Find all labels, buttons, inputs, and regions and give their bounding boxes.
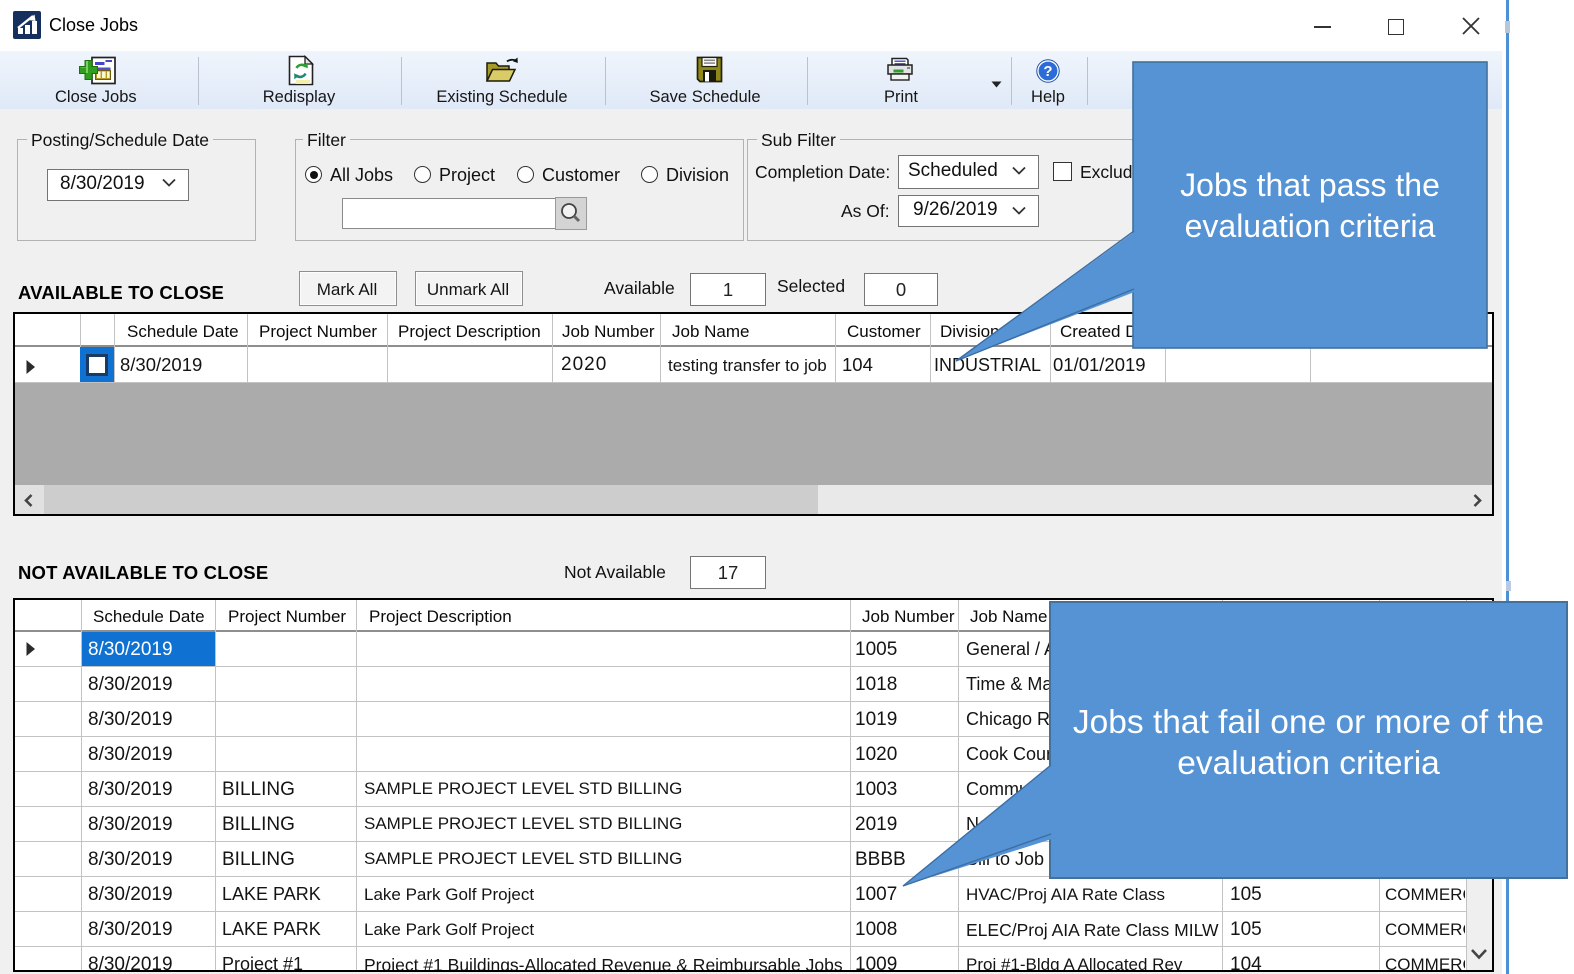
svg-text:?: ? [1043, 63, 1052, 80]
